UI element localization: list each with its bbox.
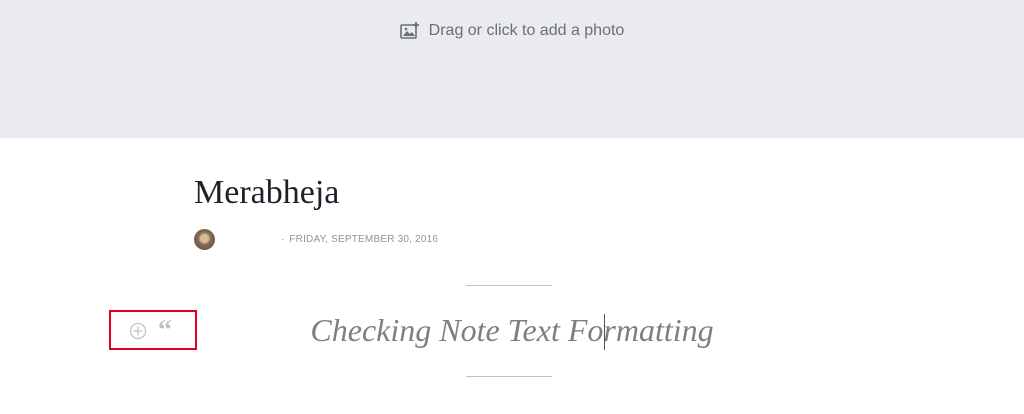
note-title[interactable]: Merabheja <box>194 174 339 212</box>
note-date: FRIDAY, SEPTEMBER 30, 2016 <box>289 234 439 245</box>
photo-drop-label: Drag or click to add a photo <box>428 22 625 39</box>
avatar[interactable] <box>194 229 215 250</box>
divider-bottom <box>466 376 552 377</box>
text-caret <box>604 314 605 350</box>
quote-text[interactable]: Checking Note Text Formatting <box>0 312 1024 349</box>
note-meta: · FRIDAY, SEPTEMBER 30, 2016 <box>194 229 438 250</box>
divider-top <box>466 285 552 286</box>
author-name[interactable] <box>215 234 281 246</box>
photo-drop-area[interactable]: Drag or click to add a photo <box>0 0 1024 138</box>
photo-drop-prompt[interactable]: Drag or click to add a photo <box>0 22 1024 40</box>
meta-separator: · <box>281 234 285 245</box>
add-photo-icon <box>399 22 420 40</box>
